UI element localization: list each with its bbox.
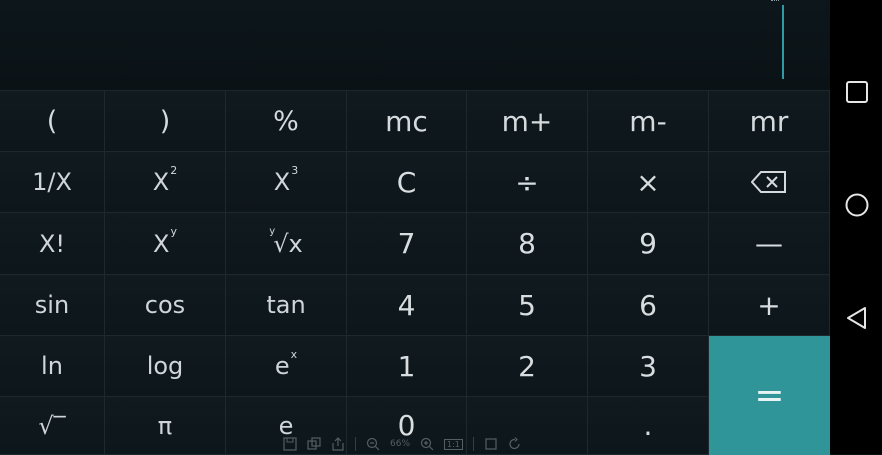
key-open-paren[interactable]: ( [0,91,105,152]
key-four[interactable]: 4 [347,275,467,336]
copy-icon[interactable] [307,437,321,451]
display-area [0,0,830,90]
key-backspace[interactable] [709,152,830,213]
viewer-toolbar: 66% 1:1 [283,434,593,454]
key-log[interactable]: log [105,336,226,397]
key-square-base: X [152,168,170,196]
key-power[interactable]: Xy [105,213,226,275]
key-memory-recall[interactable]: mr [709,91,830,152]
key-seven[interactable]: 7 [347,213,467,275]
key-root-body: √x [273,229,303,258]
key-tan[interactable]: tan [226,275,347,336]
key-pi[interactable]: π [105,397,226,455]
key-close-paren[interactable]: ) [105,91,226,152]
key-divide[interactable]: ÷ [467,152,588,213]
key-nth-root[interactable]: y √x [226,213,347,275]
key-factorial[interactable]: X! [0,213,105,275]
zoom-level: 66% [390,439,411,449]
save-icon[interactable] [283,437,297,451]
key-percent[interactable]: % [226,91,347,152]
toolbar-divider [472,437,474,451]
key-multiply[interactable]: × [588,152,709,213]
rotate-icon[interactable] [508,437,522,451]
key-six[interactable]: 6 [588,275,709,336]
keypad: ( ) % mc m+ m- mr 1/X X2 X3 C ÷ × X! Xy … [0,90,830,455]
key-ln[interactable]: ln [0,336,105,397]
circle-icon[interactable] [845,193,869,217]
actual-size-button[interactable]: 1:1 [444,438,463,450]
key-one[interactable]: 1 [347,336,467,397]
key-exp-exponent: x [290,347,298,361]
key-memory-add[interactable]: m+ [467,91,588,152]
zoom-in-icon[interactable] [420,437,434,451]
share-icon[interactable] [331,437,345,451]
zoom-out-icon[interactable] [366,437,380,451]
key-clear[interactable]: C [347,152,467,213]
key-five[interactable]: 5 [467,275,588,336]
key-cube-base: X [273,168,291,196]
key-power-base: X [153,229,170,258]
key-square-exponent: 2 [170,163,178,177]
fit-icon[interactable] [484,437,498,451]
backspace-icon [751,171,786,193]
back-triangle-icon[interactable] [845,306,869,330]
display-tick [771,0,779,3]
text-cursor [782,5,784,79]
key-cube-exponent: 3 [291,163,299,177]
key-square[interactable]: X2 [105,152,226,213]
key-eight[interactable]: 8 [467,213,588,275]
key-sin[interactable]: sin [0,275,105,336]
key-two[interactable]: 2 [467,336,588,397]
key-cube[interactable]: X3 [226,152,347,213]
key-power-exponent: y [170,225,177,238]
key-sqrt[interactable]: √‾ [0,397,105,455]
key-root-index: y [269,226,276,237]
key-reciprocal[interactable]: 1/X [0,152,105,213]
key-memory-subtract[interactable]: m- [588,91,709,152]
key-exp[interactable]: ex [226,336,347,397]
key-minus[interactable]: — [709,213,830,275]
square-icon[interactable] [845,80,869,104]
android-nav-bar [830,0,882,454]
key-cos[interactable]: cos [105,275,226,336]
key-decimal[interactable]: . [588,397,709,455]
key-nine[interactable]: 9 [588,213,709,275]
key-plus[interactable]: + [709,275,830,336]
toolbar-divider [355,437,356,451]
key-three[interactable]: 3 [588,336,709,397]
key-memory-clear[interactable]: mc [347,91,467,152]
key-equals[interactable]: = [709,336,830,455]
key-exp-base: e [274,352,290,380]
